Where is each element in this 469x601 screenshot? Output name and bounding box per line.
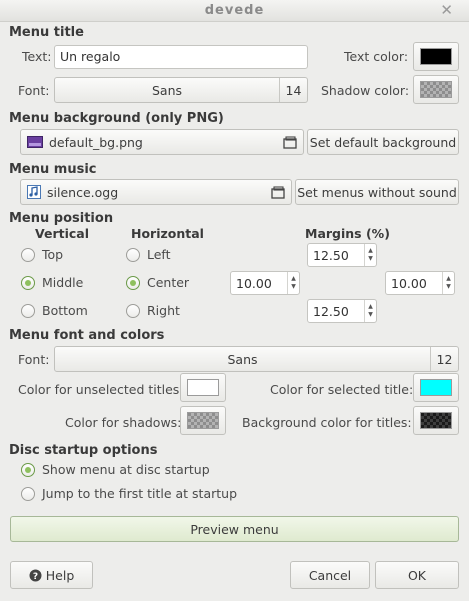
window-titlebar: devede ✕ (0, 0, 469, 22)
preview-menu-button[interactable]: Preview menu (10, 516, 459, 542)
title-font-name: Sans (151, 82, 183, 98)
show-menu-label[interactable]: Show menu at disc startup (42, 462, 210, 477)
jump-first-title-label[interactable]: Jump to the first title at startup (42, 486, 237, 501)
selected-color-label: Color for selected title: (270, 382, 414, 397)
show-menu-radio[interactable] (21, 463, 35, 477)
help-label: Help (45, 567, 75, 583)
menu-music-heading: Menu music (9, 162, 97, 177)
cancel-button[interactable]: Cancel (290, 561, 370, 589)
jump-first-title-radio[interactable] (21, 487, 35, 501)
title-font-size: 14 (279, 78, 307, 102)
disc-startup-heading: Disc startup options (9, 443, 158, 458)
vertical-top-label[interactable]: Top (42, 247, 63, 262)
menu-title-heading: Menu title (9, 25, 84, 40)
shadows-color-label: Color for shadows: (65, 415, 182, 430)
shadows-color-button[interactable] (180, 406, 226, 435)
folder-icon (271, 185, 285, 199)
svg-text:?: ? (33, 572, 38, 582)
unselected-color-button[interactable] (180, 373, 226, 402)
menu-title-text-input[interactable]: Un regalo (54, 45, 308, 69)
margin-right-value: 10.00 (391, 275, 427, 291)
background-file-name: default_bg.png (49, 134, 143, 150)
spinner-arrows-icon[interactable]: ▲ ▼ (442, 272, 454, 294)
shadow-color-swatch (420, 81, 452, 98)
background-titles-color-button[interactable] (413, 406, 459, 435)
text-color-swatch (420, 48, 452, 65)
background-titles-color-label: Background color for titles: (242, 415, 412, 430)
help-icon: ? (29, 569, 42, 582)
ok-button[interactable]: OK (375, 561, 459, 589)
horizontal-label: Horizontal (131, 226, 204, 241)
title-font-button[interactable]: Sans 14 (54, 77, 308, 103)
margin-top-value: 12.50 (313, 247, 349, 263)
background-titles-color-swatch (420, 412, 452, 429)
vertical-middle-label[interactable]: Middle (42, 275, 83, 290)
menu-font-button[interactable]: Sans 12 (54, 346, 459, 372)
vertical-middle-radio[interactable] (21, 276, 35, 290)
horizontal-center-radio[interactable] (126, 276, 140, 290)
vertical-bottom-radio[interactable] (21, 304, 35, 318)
background-file-chooser[interactable]: default_bg.png (20, 129, 304, 155)
unselected-color-swatch (187, 379, 219, 396)
spinner-arrows-icon[interactable]: ▲ ▼ (287, 272, 299, 294)
set-default-background-button[interactable]: Set default background (307, 129, 459, 155)
text-color-button[interactable] (413, 42, 459, 71)
close-icon[interactable]: ✕ (440, 1, 453, 19)
horizontal-center-label[interactable]: Center (147, 275, 189, 290)
selected-color-button[interactable] (413, 373, 459, 402)
vertical-label: Vertical (35, 226, 90, 241)
selected-color-swatch (420, 379, 452, 396)
font-label: Font: (18, 83, 50, 98)
menu-font-size: 12 (430, 347, 458, 371)
horizontal-right-radio[interactable] (126, 304, 140, 318)
menu-font-name: Sans (227, 351, 258, 367)
vertical-top-radio[interactable] (21, 248, 35, 262)
text-color-label: Text color: (344, 49, 409, 64)
music-file-chooser[interactable]: silence.ogg (20, 179, 292, 205)
text-label: Text: (22, 49, 52, 64)
spinner-arrows-icon[interactable]: ▲ ▼ (364, 244, 376, 266)
margin-bottom-spinner[interactable]: 12.50 ▲ ▼ (307, 299, 377, 323)
horizontal-left-radio[interactable] (126, 248, 140, 262)
unselected-color-label: Color for unselected titles: (18, 382, 184, 397)
horizontal-left-label[interactable]: Left (147, 247, 171, 262)
margin-left-spinner[interactable]: 10.00 ▲ ▼ (230, 271, 300, 295)
spinner-arrows-icon[interactable]: ▲ ▼ (364, 300, 376, 322)
margin-top-spinner[interactable]: 12.50 ▲ ▼ (307, 243, 377, 267)
margin-bottom-value: 12.50 (313, 303, 349, 319)
margin-right-spinner[interactable]: 10.00 ▲ ▼ (385, 271, 455, 295)
shadow-color-label: Shadow color: (321, 83, 410, 98)
horizontal-right-label[interactable]: Right (147, 303, 180, 318)
menu-background-heading: Menu background (only PNG) (9, 111, 224, 126)
vertical-bottom-label[interactable]: Bottom (42, 303, 88, 318)
set-menus-without-sound-button[interactable]: Set menus without sound (295, 179, 459, 205)
margin-left-value: 10.00 (236, 275, 272, 291)
music-file-name: silence.ogg (47, 184, 119, 200)
menu-position-heading: Menu position (9, 211, 114, 226)
menu-font-colors-heading: Menu font and colors (9, 328, 165, 343)
shadows-color-swatch (187, 412, 219, 429)
audio-file-icon (27, 185, 41, 199)
help-button[interactable]: ? Help (10, 561, 93, 589)
image-file-icon (27, 136, 43, 148)
menu-font-label: Font: (18, 352, 50, 367)
shadow-color-button[interactable] (413, 75, 459, 104)
window-title: devede (204, 3, 265, 18)
folder-icon (283, 135, 297, 149)
margins-label: Margins (%) (305, 226, 390, 241)
